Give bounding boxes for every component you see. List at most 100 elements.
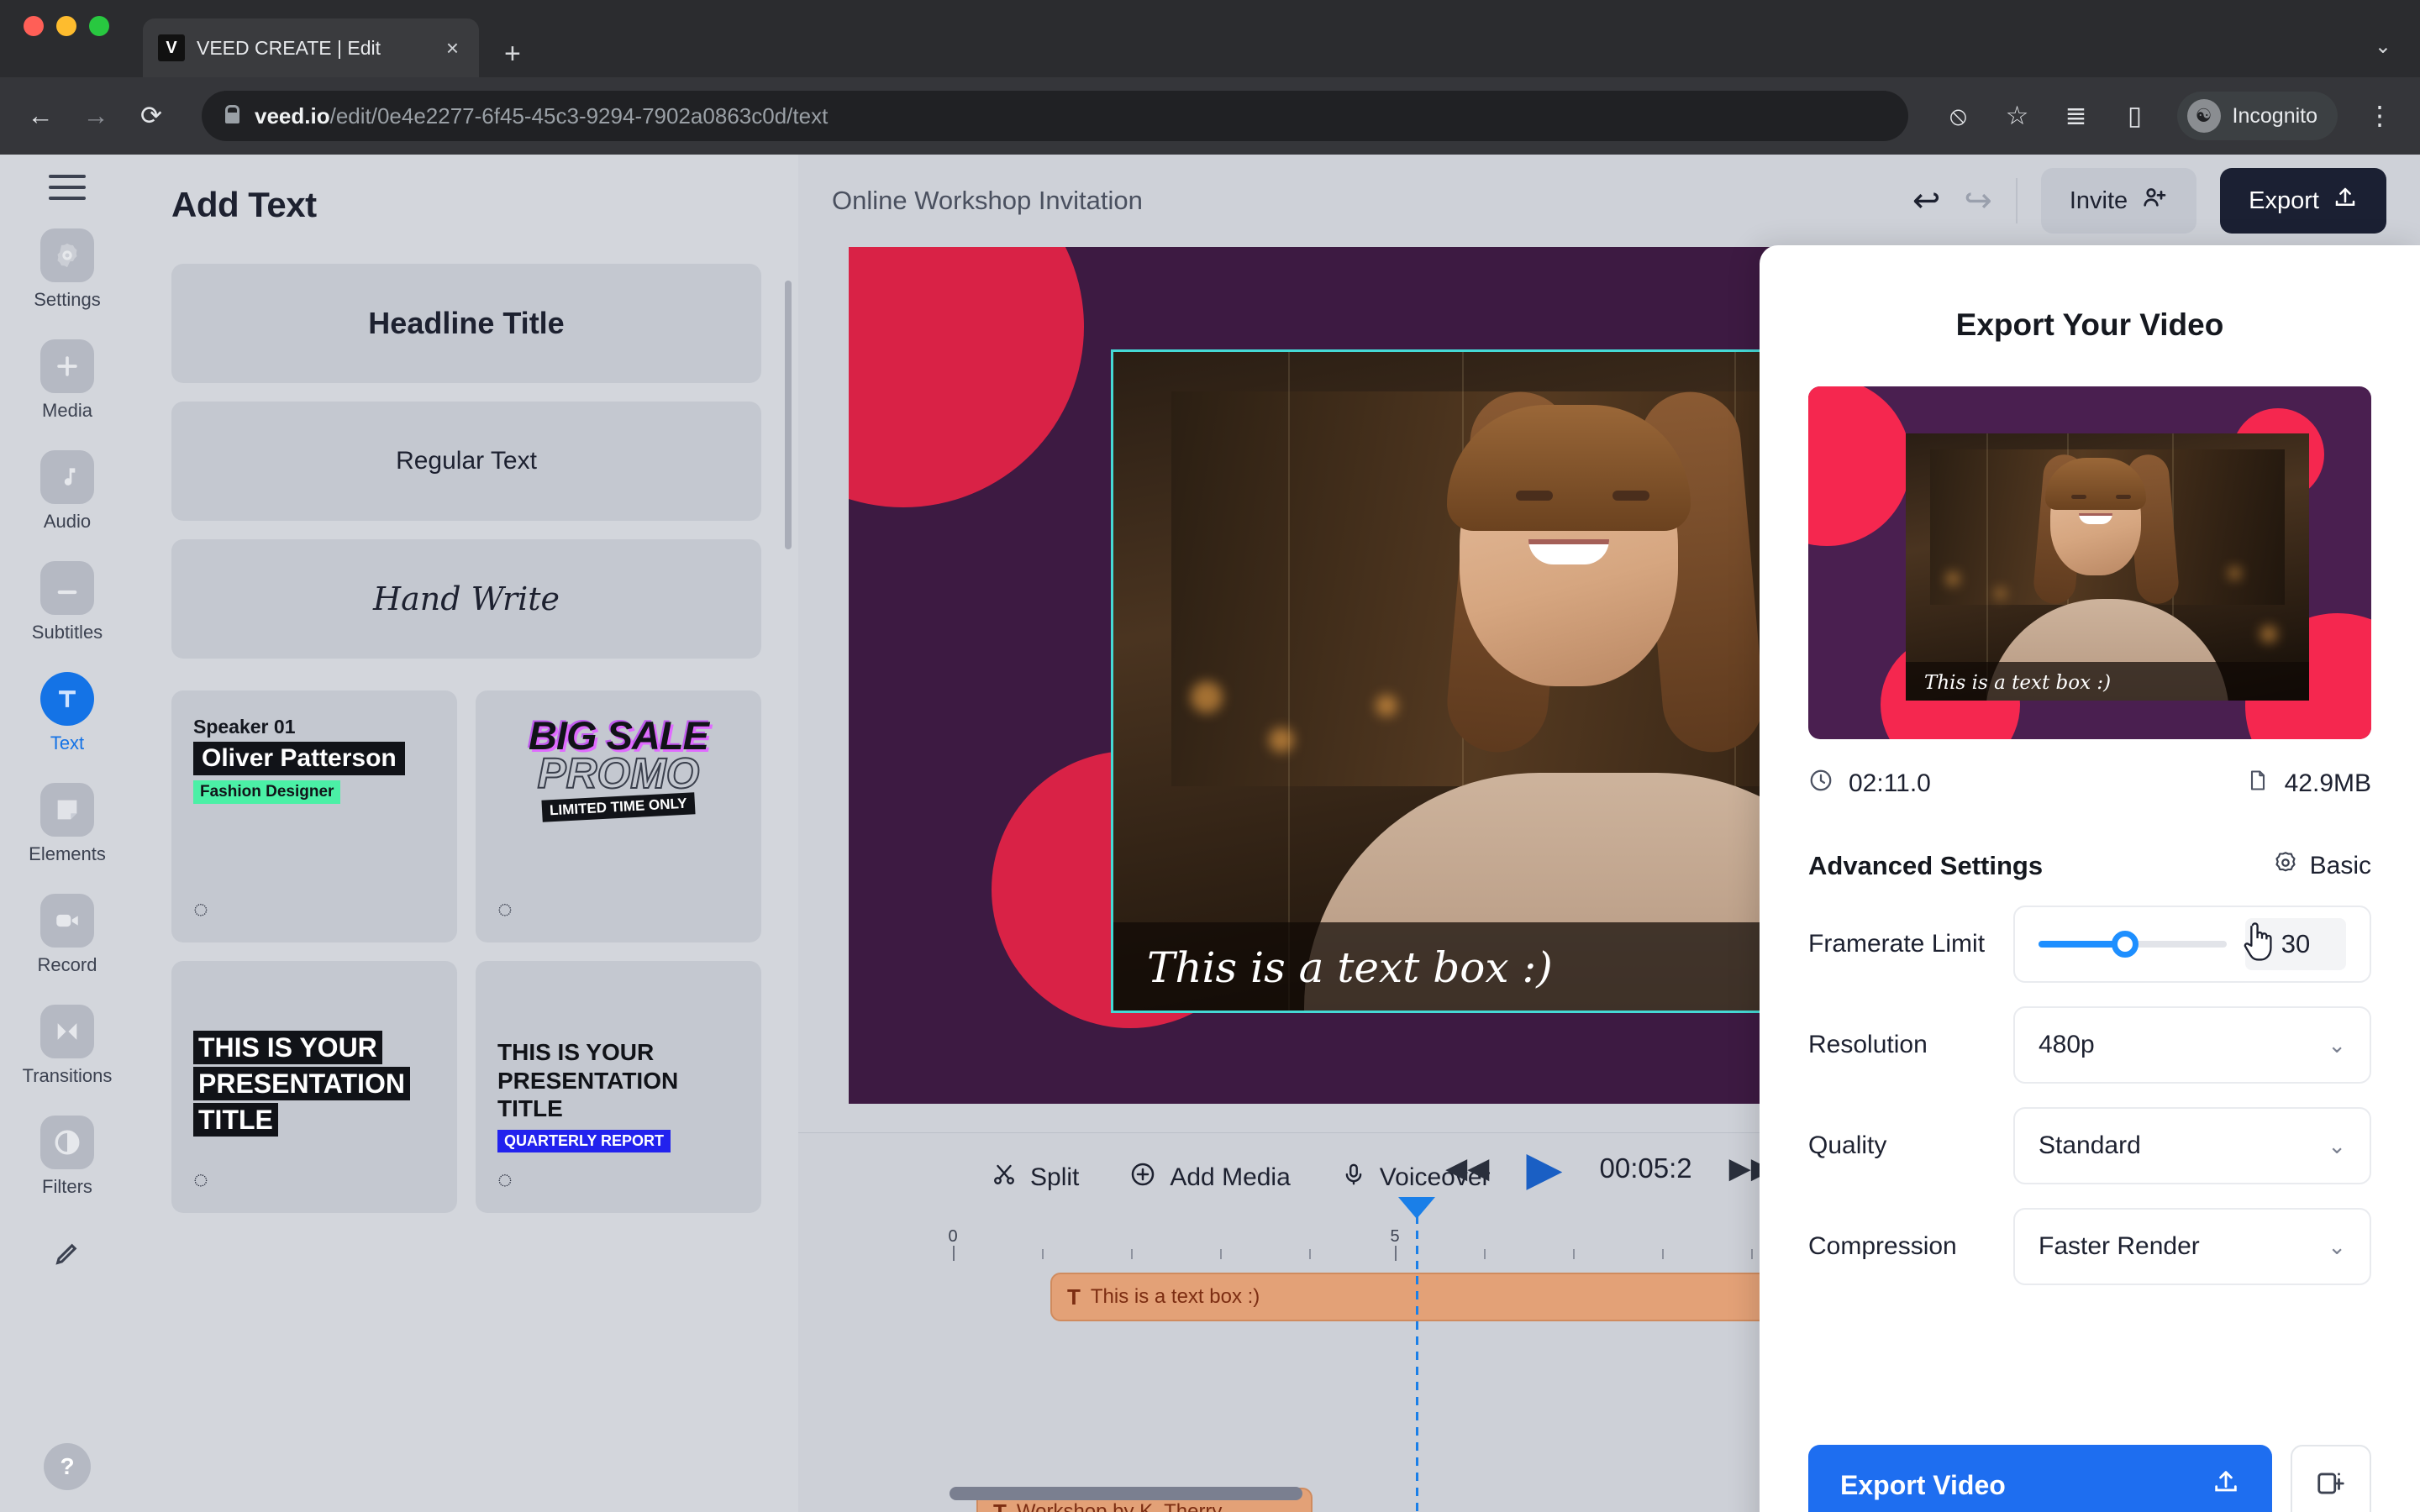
export-preview-thumbnail: This is a text box :) bbox=[1808, 386, 2371, 739]
text-template-presentation-a[interactable]: THIS IS YOUR PRESENTATION TITLE ◌ bbox=[171, 961, 457, 1213]
skip-back-icon[interactable]: ◀◀ bbox=[1445, 1152, 1489, 1185]
export-label: Export bbox=[2249, 186, 2319, 214]
export-filesize: 42.9MB bbox=[2246, 769, 2371, 799]
undo-arrow-icon[interactable]: ↩ bbox=[1912, 181, 1941, 220]
browser-toolbar: ← → ⟳ veed.io/edit/0e4e2277-6f45-45c3-92… bbox=[0, 77, 2420, 155]
resolution-select[interactable]: 480p ⌄ bbox=[2013, 1006, 2371, 1084]
export-panel: Export Your Video This is a text box:) … bbox=[1760, 245, 2420, 1512]
sidebar-label: Transitions bbox=[22, 1065, 113, 1086]
back-arrow-icon[interactable]: ← bbox=[24, 101, 57, 131]
sidebar-item-transitions[interactable]: Transitions bbox=[0, 1005, 134, 1087]
redo-arrow-icon[interactable]: ↪ bbox=[1964, 181, 1992, 220]
sidebar-item-record[interactable]: Record bbox=[0, 894, 134, 976]
play-icon[interactable]: ▶ bbox=[1526, 1145, 1562, 1192]
chevron-down-icon: ⌄ bbox=[2328, 1032, 2346, 1058]
side-panel-icon[interactable]: ▯ bbox=[2118, 101, 2152, 131]
export-video-button[interactable]: Export Video bbox=[1808, 1445, 2272, 1512]
add-media-label: Add Media bbox=[1170, 1163, 1291, 1191]
text-template-big-sale[interactable]: BIG SALE PROMO LIMITED TIME ONLY ◌ bbox=[476, 690, 761, 942]
hide-icon[interactable]: ⦸ bbox=[1942, 101, 1975, 132]
decor-circle bbox=[1808, 386, 1911, 546]
setting-compression: Compression Faster Render ⌄ bbox=[1808, 1208, 2371, 1285]
canvas-caption-text[interactable]: This is a text box :) bbox=[1147, 943, 1553, 992]
quality-select[interactable]: Standard ⌄ bbox=[2013, 1107, 2371, 1184]
browser-tab[interactable]: V VEED CREATE | Edit × bbox=[143, 18, 479, 77]
setting-label: Resolution bbox=[1808, 1031, 1928, 1058]
preset-headline-title[interactable]: Headline Title bbox=[171, 264, 761, 383]
sidebar-item-audio[interactable]: Audio bbox=[0, 450, 134, 533]
framerate-slider-control[interactable]: 30 bbox=[2013, 906, 2371, 983]
forward-arrow-icon[interactable]: → bbox=[79, 101, 113, 131]
upload-icon bbox=[2212, 1467, 2240, 1503]
duration-value: 02:11.0 bbox=[1849, 769, 1931, 797]
timeline-scrollbar[interactable] bbox=[950, 1487, 1302, 1500]
template-presentation-a-text: THIS IS YOUR PRESENTATION TITLE bbox=[193, 1031, 410, 1137]
reading-list-icon[interactable]: ≣ bbox=[2060, 101, 2093, 131]
page-title: Add Text bbox=[171, 185, 317, 224]
address-bar[interactable]: veed.io/edit/0e4e2277-6f45-45c3-9294-790… bbox=[202, 91, 1908, 141]
add-to-library-button[interactable] bbox=[2291, 1445, 2371, 1512]
file-icon bbox=[2246, 769, 2270, 799]
split-button[interactable]: Split bbox=[992, 1162, 1079, 1194]
playhead[interactable] bbox=[1398, 1197, 1435, 1512]
help-button[interactable]: ? bbox=[44, 1443, 91, 1490]
left-rail: Settings Media Audio Subtitles Text Elem… bbox=[0, 155, 134, 1512]
bookmark-star-icon[interactable]: ☆ bbox=[2001, 101, 2034, 131]
preset-hand-write[interactable]: Hand Write bbox=[171, 539, 761, 659]
animation-icon: ◌ bbox=[193, 1166, 208, 1194]
text-template-presentation-b[interactable]: THIS IS YOUR PRESENTATION TITLE QUARTERL… bbox=[476, 961, 761, 1213]
three-dot-menu-icon[interactable]: ⋮ bbox=[2363, 101, 2396, 131]
add-media-button[interactable]: Add Media bbox=[1129, 1161, 1291, 1194]
template-presentation-b-text: THIS IS YOUR PRESENTATION TITLE bbox=[497, 1039, 679, 1122]
chevron-down-icon[interactable]: ⌄ bbox=[2375, 34, 2391, 59]
add-text-panel: Add Text Headline Title Regular Text Han… bbox=[134, 155, 798, 1512]
profile-chip[interactable]: ☯ Incognito bbox=[2176, 92, 2338, 140]
url-domain: veed.io bbox=[255, 102, 330, 129]
panel-scrollbar[interactable] bbox=[785, 281, 792, 549]
compression-select[interactable]: Faster Render ⌄ bbox=[2013, 1208, 2371, 1285]
split-label: Split bbox=[1030, 1163, 1080, 1191]
clip-label: Workshop by K. Therry bbox=[1016, 1500, 1223, 1512]
sidebar-item-settings[interactable]: Settings bbox=[0, 228, 134, 311]
framerate-slider[interactable] bbox=[2039, 931, 2227, 958]
text-t-icon: T bbox=[1067, 1284, 1081, 1310]
sidebar-item-text[interactable]: Text bbox=[0, 672, 134, 754]
sidebar-item-draw[interactable] bbox=[0, 1226, 134, 1280]
plus-circle-icon bbox=[1129, 1161, 1156, 1194]
text-template-speaker[interactable]: Speaker 01 Oliver Patterson Fashion Desi… bbox=[171, 690, 457, 942]
new-tab-icon[interactable]: + bbox=[504, 38, 521, 77]
toolbar-actions: ⦸ ☆ ≣ ▯ ☯ Incognito ⋮ bbox=[1942, 92, 2396, 140]
framerate-value[interactable]: 30 bbox=[2245, 918, 2346, 970]
url-text: veed.io/edit/0e4e2277-6f45-45c3-9294-790… bbox=[255, 103, 828, 129]
reload-icon[interactable]: ⟳ bbox=[134, 101, 168, 131]
sidebar-item-subtitles[interactable]: Subtitles bbox=[0, 561, 134, 643]
close-window-button[interactable] bbox=[24, 16, 44, 36]
sidebar-item-filters[interactable]: Filters bbox=[0, 1116, 134, 1198]
animation-icon: ◌ bbox=[497, 1166, 513, 1194]
basic-settings-toggle[interactable]: Basic bbox=[2273, 850, 2371, 882]
menu-hamburger-icon[interactable] bbox=[49, 175, 86, 200]
current-time: 00:05:2 bbox=[1599, 1152, 1692, 1184]
template-speaker-role: Fashion Designer bbox=[193, 780, 341, 804]
export-button[interactable]: Export bbox=[2220, 168, 2386, 234]
add-person-icon bbox=[2141, 184, 2168, 218]
export-panel-title: Export Your Video bbox=[1955, 307, 2224, 342]
invite-label: Invite bbox=[2069, 186, 2128, 214]
project-title[interactable]: Online Workshop Invitation bbox=[832, 186, 1143, 216]
sidebar-item-elements[interactable]: Elements bbox=[0, 783, 134, 865]
setting-quality: Quality Standard ⌄ bbox=[1808, 1107, 2371, 1184]
advanced-settings-header: Advanced Settings Basic bbox=[1808, 850, 2371, 882]
sidebar-item-media[interactable]: Media bbox=[0, 339, 134, 422]
maximize-window-button[interactable] bbox=[89, 16, 109, 36]
animation-icon: ◌ bbox=[497, 895, 513, 923]
close-icon[interactable]: × bbox=[441, 37, 464, 59]
preset-regular-text[interactable]: Regular Text bbox=[171, 402, 761, 521]
invite-button[interactable]: Invite bbox=[2040, 168, 2197, 234]
template-bigsale-badge: LIMITED TIME ONLY bbox=[541, 792, 696, 822]
pen-icon bbox=[40, 1226, 94, 1280]
shapes-icon bbox=[40, 783, 94, 837]
window-traffic-lights bbox=[24, 0, 109, 77]
minimize-window-button[interactable] bbox=[56, 16, 76, 36]
slider-handle[interactable] bbox=[2112, 931, 2139, 958]
preview-caption-band: This is a text box :) bbox=[1906, 662, 2309, 701]
